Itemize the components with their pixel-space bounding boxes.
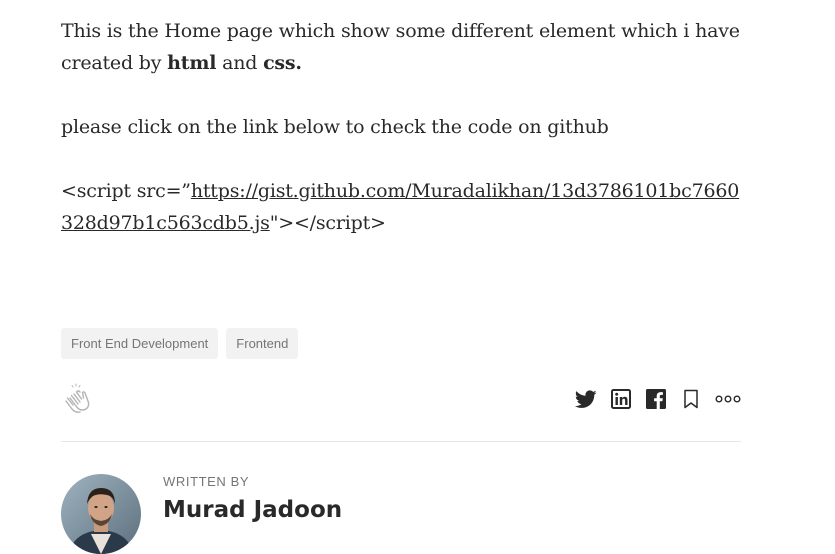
clap-icon[interactable] (61, 382, 95, 416)
intro-text: This is the Home page which show some di… (61, 20, 740, 74)
written-by-label: WRITTEN BY (163, 474, 250, 489)
css-keyword: css. (263, 52, 302, 74)
divider (61, 441, 741, 442)
tag-list: Front End Development Frontend (61, 328, 299, 359)
bookmark-icon[interactable] (680, 387, 702, 411)
html-keyword: html (167, 52, 217, 74)
script-open-text: <script src=” (61, 180, 191, 202)
tag-frontend[interactable]: Frontend (226, 328, 299, 359)
linkedin-icon[interactable] (610, 387, 632, 411)
script-snippet-paragraph: <script src=”https://gist.github.com/Mur… (61, 175, 741, 239)
more-icon[interactable] (715, 387, 741, 411)
script-close-text: "></script> (269, 212, 386, 234)
intro-and: and (216, 52, 264, 74)
author-avatar[interactable] (61, 474, 141, 554)
twitter-icon[interactable] (575, 387, 597, 411)
author-name[interactable]: Murad Jadoon (163, 494, 342, 526)
intro-paragraph: This is the Home page which show some di… (61, 15, 741, 79)
share-bar (575, 387, 741, 411)
link-prompt-paragraph: please click on the link below to check … (61, 116, 609, 138)
tag-front-end-development[interactable]: Front End Development (61, 328, 219, 359)
article-body: This is the Home page which show some di… (61, 15, 741, 239)
facebook-icon[interactable] (645, 387, 667, 411)
